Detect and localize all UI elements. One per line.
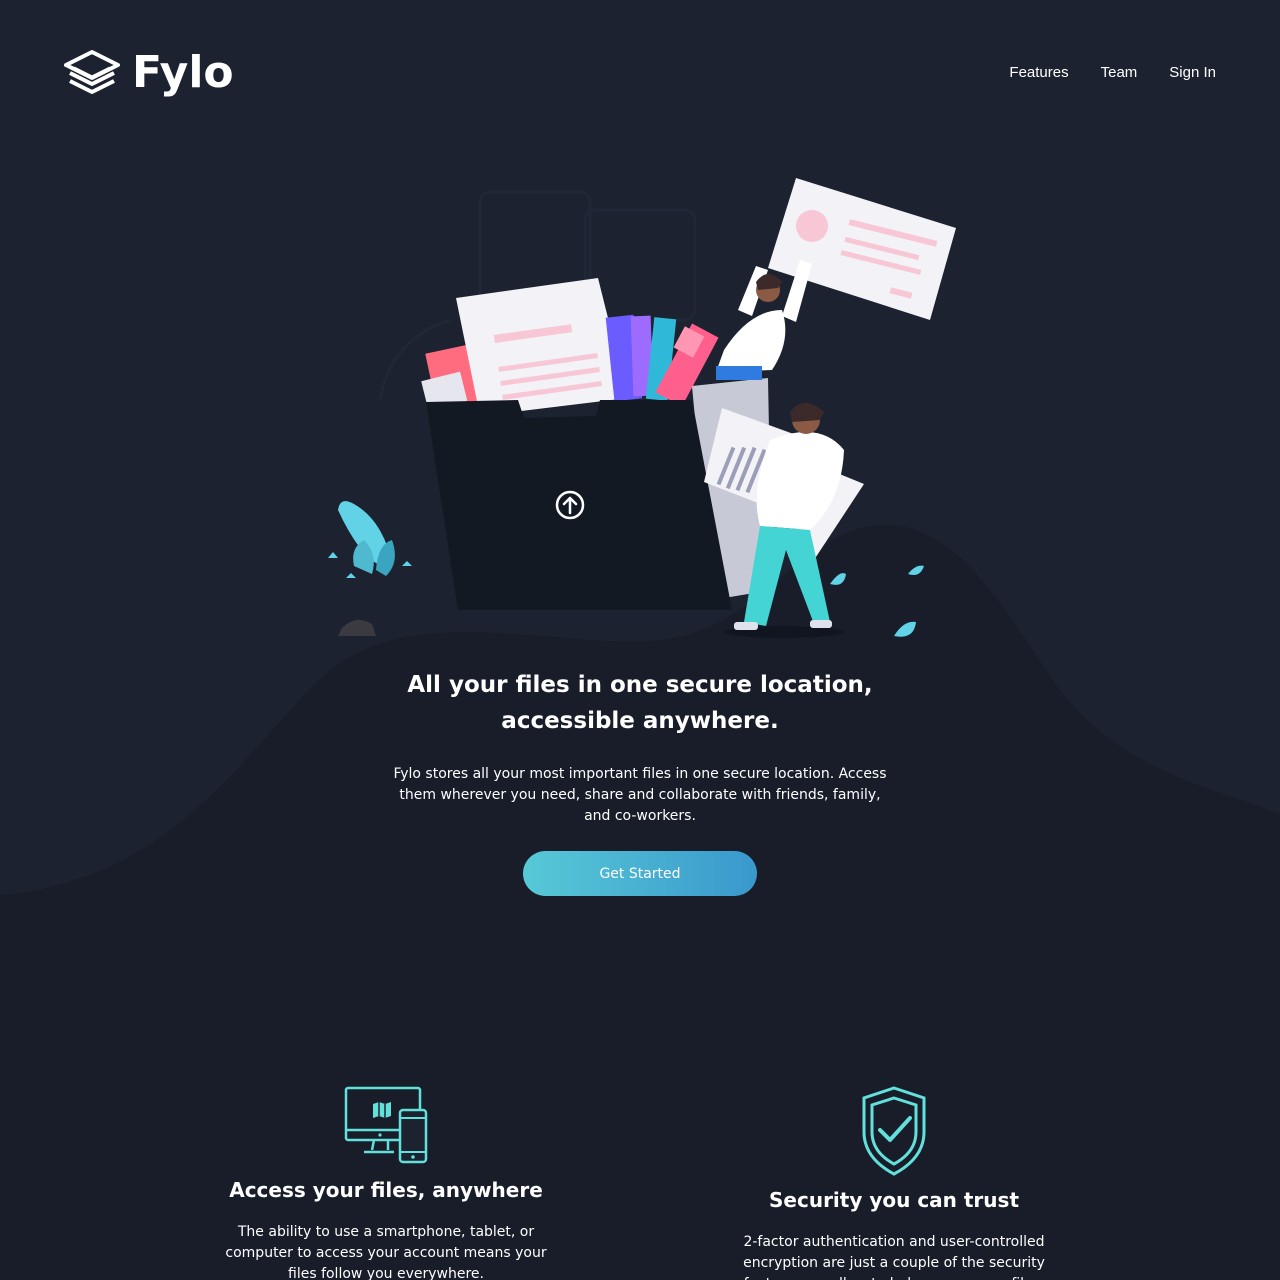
feature-title: Security you can trust [769,1188,1019,1212]
feature-description: 2-factor authentication and user-control… [743,1234,1045,1280]
devices-icon [344,1086,428,1164]
shield-check-icon [862,1086,926,1176]
stacked-layers-icon [64,50,120,94]
feature-security: Security you can trust 2-factor authenti… [720,1086,1068,1280]
folder-front [426,400,732,610]
person-holding-card [716,178,956,380]
hero-title: All your files in one secure location, a… [340,667,940,739]
get-started-button[interactable]: Get Started [523,851,757,896]
hero-title-line-2: accessible anywhere. [501,708,779,734]
brand-logo[interactable]: Fylo [64,47,234,98]
feature-title: Access your files, anywhere [229,1178,543,1202]
site-header: Fylo Features Team Sign In [64,44,1216,100]
hero-title-line-1: All your files in one secure location, [407,672,873,698]
feature-description: The ability to use a smartphone, tablet,… [225,1224,547,1280]
landing-page: Fylo Features Team Sign In All your file… [0,0,1280,1280]
main-nav: Features Team Sign In [1009,64,1216,81]
file-upload-illustration [328,178,956,638]
brand-name: Fylo [132,46,234,98]
nav-link-team[interactable]: Team [1101,64,1138,81]
feature-access-anywhere: Access your files, anywhere The ability … [216,1086,556,1280]
nav-link-sign-in[interactable]: Sign In [1169,64,1216,81]
hero-description: Fylo stores all your most important file… [393,766,887,824]
nav-link-features[interactable]: Features [1009,64,1068,81]
